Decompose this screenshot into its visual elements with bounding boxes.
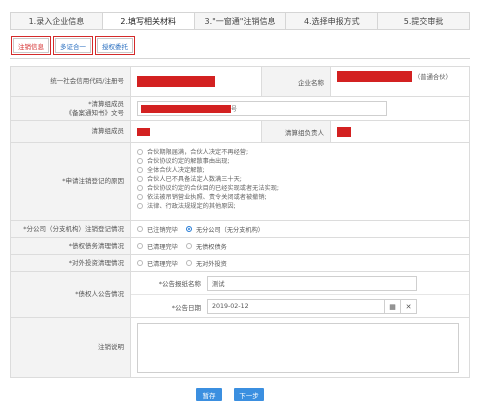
step-tab-4[interactable]: 4.选择申报方式	[286, 13, 379, 29]
branch-label: *分公司（分支机构）注销登记情况	[11, 221, 131, 237]
investment-option-none[interactable]: 无对外投资	[185, 259, 227, 268]
next-step-button[interactable]: 下一步	[234, 388, 264, 401]
step-tab-2[interactable]: 2.填写相关材料	[102, 13, 195, 29]
reason-option[interactable]: 全体合伙人决定解散;	[137, 165, 469, 174]
liquidation-doc-input[interactable]: 号	[137, 101, 387, 116]
reason-option[interactable]: 法律、行政法规规定的其他原因;	[137, 201, 469, 210]
reason-options: 合伙期限届满，合伙人决定不再经营; 合伙协议约定的解散事由出现; 全体合伙人决定…	[131, 143, 469, 220]
subtab-authorization[interactable]: 授权委托	[95, 36, 135, 55]
reason-option[interactable]: 合伙协议约定的解散事由出现;	[137, 156, 469, 165]
creditor-notice-label: *债权人公告情况	[11, 272, 131, 317]
notice-name-input[interactable]: 测试	[207, 275, 417, 291]
step-tabs: 1.录入企业信息 2.填写相关材料 3."一窗通"注销信息 4.选择申报方式 5…	[10, 12, 470, 30]
investment-label: *对外投资清理情况	[11, 255, 131, 271]
debt-option-cleared[interactable]: 已清理完毕	[137, 242, 178, 251]
debt-option-none[interactable]: 无债权债务	[185, 242, 227, 251]
save-draft-button[interactable]: 暂存	[196, 388, 222, 401]
notice-date-input[interactable]: 2019-02-12	[207, 299, 385, 314]
row-liquidation-doc: *清算组成员 《备案通知书》文号 号	[10, 97, 470, 121]
subtab-deregistration-info[interactable]: 注销信息	[11, 36, 51, 55]
company-name-suffix: （普通合伙）	[414, 74, 452, 81]
reason-option[interactable]: 依法被吊销营业执照、责令关闭或者被撤销;	[137, 192, 469, 201]
remark-textarea[interactable]	[137, 322, 459, 373]
subtab-multi-certificate[interactable]: 多证合一	[53, 36, 93, 55]
notice-date-label: *公告日期	[171, 303, 201, 312]
reason-option[interactable]: 合伙协议约定的合伙目的已经实现或者无法实现;	[137, 183, 469, 192]
liquidation-doc-label: *清算组成员 《备案通知书》文号	[11, 97, 131, 120]
leader-value-redacted	[337, 126, 351, 137]
reason-option[interactable]: 合伙人已不具备法定人数满三十天;	[137, 174, 469, 183]
credit-code-value-redacted	[137, 76, 215, 87]
branch-option-none[interactable]: 无分公司（无分支机构）	[185, 225, 264, 234]
row-credit-code: 统一社会信用代码/注册号 企业名称 （普通合伙）	[10, 67, 470, 97]
members-label: 清算组成员	[11, 121, 131, 142]
branch-option-cleared[interactable]: 已注销完毕	[137, 225, 178, 234]
company-name-value-redacted	[337, 71, 412, 82]
debt-label: *债权债务清理情况	[11, 238, 131, 254]
row-remark: 注销说明	[10, 318, 470, 378]
step-tab-5[interactable]: 5.提交审批	[378, 13, 469, 29]
clear-icon[interactable]: ✕	[401, 299, 417, 314]
deregistration-form: 统一社会信用代码/注册号 企业名称 （普通合伙） *清算组成员 《备案通知书》文…	[10, 66, 470, 378]
row-branch: *分公司（分支机构）注销登记情况 已注销完毕 无分公司（无分支机构）	[10, 221, 470, 238]
investment-option-cleared[interactable]: 已清理完毕	[137, 259, 178, 268]
sub-tabs: 注销信息 多证合一 授权委托	[11, 36, 139, 55]
row-members: 清算组成员 清算组负责人	[10, 121, 470, 143]
row-investment: *对外投资清理情况 已清理完毕 无对外投资	[10, 255, 470, 272]
action-buttons: 暂存 下一步	[196, 388, 276, 401]
leader-label: 清算组负责人	[261, 121, 331, 142]
step-tab-1[interactable]: 1.录入企业信息	[11, 13, 103, 29]
credit-code-label: 统一社会信用代码/注册号	[11, 67, 131, 96]
row-debt: *债权债务清理情况 已清理完毕 无债权债务	[10, 238, 470, 255]
row-creditor-notice: *债权人公告情况 *公告报纸名称 测试 *公告日期 2019-02-12 ▦ ✕	[10, 272, 470, 318]
company-name-label: 企业名称	[261, 67, 331, 96]
notice-name-label: *公告报纸名称	[158, 280, 201, 288]
step-tab-3[interactable]: 3."一窗通"注销信息	[194, 13, 287, 29]
divider	[10, 58, 470, 59]
reason-label: *申请注销登记的原因	[11, 143, 131, 220]
remark-label: 注销说明	[11, 318, 131, 377]
reason-option[interactable]: 合伙期限届满，合伙人决定不再经营;	[137, 147, 469, 156]
row-reasons: *申请注销登记的原因 合伙期限届满，合伙人决定不再经营; 合伙协议约定的解散事由…	[10, 143, 470, 221]
calendar-icon[interactable]: ▦	[385, 299, 401, 314]
members-value-redacted	[137, 127, 150, 136]
